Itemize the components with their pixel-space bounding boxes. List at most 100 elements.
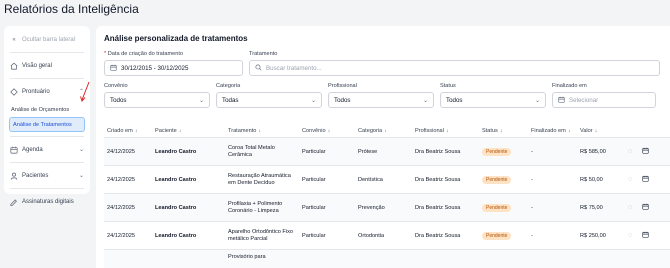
annotation-arrow-icon <box>80 81 90 102</box>
page-title: Relatórios da Inteligência <box>4 2 139 16</box>
whatsapp-icon[interactable]: ◌ <box>628 204 632 211</box>
categoria-value: Todas <box>222 96 239 104</box>
col-categoria[interactable]: Categoria ↓ <box>355 128 412 134</box>
cell-profissional: Dra Beatriz Sousa <box>415 204 461 211</box>
status-badge: Pendente <box>482 231 512 240</box>
sidebar-item-assinaturas[interactable]: Assinaturas digitais <box>6 191 88 212</box>
cell-convenio: Particular <box>302 204 326 211</box>
cell-profissional: Dra Beatriz Sousa <box>415 232 461 239</box>
sidebar-item-visao-geral[interactable]: Visão geral <box>6 55 88 76</box>
convenio-label: Convênio <box>104 83 128 89</box>
status-badge: Pendente <box>482 147 512 156</box>
sidebar-item-label: Agenda <box>22 146 43 153</box>
table-row[interactable]: 24/12/2025 Leandro Castro Profilaxia + P… <box>104 194 670 222</box>
divider <box>10 188 84 189</box>
treatment-label: Tratamento <box>249 51 278 57</box>
calendar-icon <box>10 146 18 154</box>
date-range-field[interactable]: 30/12/2015 - 30/12/2025 <box>104 60 243 76</box>
section-title: Análise personalizada de tratamentos <box>104 34 248 43</box>
finalizado-date-field[interactable]: Selecionar <box>552 92 656 108</box>
calendar-icon[interactable] <box>642 175 649 184</box>
cell-paciente: Leandro Castro <box>155 148 197 155</box>
calendar-icon[interactable] <box>642 231 649 240</box>
col-valor[interactable]: Valor ↓ <box>577 128 618 134</box>
whatsapp-icon[interactable]: ◌ <box>628 232 632 239</box>
profissional-select[interactable]: Todos ⌄ <box>328 92 434 108</box>
calendar-icon[interactable] <box>642 147 649 156</box>
col-profissional[interactable]: Profissional ↓ <box>412 128 479 134</box>
finalizado-placeholder: Selecionar <box>569 96 599 104</box>
categoria-label: Categoria <box>216 83 241 89</box>
col-criado-em[interactable]: Criado em ↓ <box>104 128 152 134</box>
divider <box>10 52 84 53</box>
cell-convenio: Particular <box>302 232 326 239</box>
table-row[interactable]: 24/12/2025 Leandro Castro Coroa Total Me… <box>104 138 670 166</box>
cell-categoria: Prótese <box>358 148 378 155</box>
cell-status: Pendente <box>479 203 528 212</box>
convenio-value: Todos <box>110 96 127 104</box>
calendar-icon <box>110 64 117 73</box>
treatment-search-input[interactable]: Buscar tratamento... <box>249 60 660 76</box>
status-badge: Pendente <box>482 175 512 184</box>
col-status[interactable]: Status ↓ <box>479 128 528 134</box>
table-row[interactable]: Provisório para <box>104 250 670 268</box>
status-select[interactable]: Todos ⌄ <box>440 92 546 108</box>
sidebar-item-label: Prontuário <box>22 88 50 95</box>
user-icon <box>10 172 18 180</box>
cell-convenio: Particular <box>302 176 326 183</box>
cell-convenio: Particular <box>302 148 326 155</box>
divider <box>10 136 84 137</box>
cell-profissional: Dra Beatriz Sousa <box>415 176 461 183</box>
chevron-down-icon: ⌄ <box>310 97 316 104</box>
cell-status: Pendente <box>479 147 528 156</box>
row-actions: ◌ <box>625 147 655 156</box>
cell-finalizado: - <box>531 148 533 155</box>
cell-tratamento: Coroa Total Metalo Cerâmica <box>228 144 275 158</box>
col-finalizado-em[interactable]: Finalizado em ↓ <box>528 128 577 134</box>
chevron-down-icon: ⌄ <box>422 97 428 104</box>
cell-paciente: Leandro Castro <box>155 232 197 239</box>
sidebar-item-label: Visão geral <box>22 62 52 69</box>
col-tratamento[interactable]: Tratamento ↓ <box>225 128 299 134</box>
whatsapp-icon[interactable]: ◌ <box>628 176 632 183</box>
sidebar-item-prontuario[interactable]: Prontuário ⌃ <box>6 81 88 102</box>
categoria-select[interactable]: Todas ⌄ <box>216 92 322 108</box>
cell-valor: R$ 50,00 <box>580 176 603 183</box>
cell-profissional: Dra Beatriz Sousa <box>415 148 461 155</box>
col-paciente[interactable]: Paciente ↓ <box>152 128 225 134</box>
cell-tratamento: Profilaxia + Polimento Coronário - Limpe… <box>228 200 283 214</box>
table-row[interactable]: 24/12/2025 Leandro Castro Aparelho Ortod… <box>104 222 670 250</box>
hide-sidebar-button[interactable]: « Ocultar barra lateral <box>6 29 88 50</box>
cell-categoria: Prevenção <box>358 204 385 211</box>
sidebar-subitem-orcamentos[interactable]: Análise de Orçamentos <box>6 102 88 117</box>
table-row[interactable]: 24/12/2025 Leandro Castro Restauração At… <box>104 166 670 194</box>
row-actions: ◌ <box>625 175 655 184</box>
sidebar-item-pacientes[interactable]: Pacientes ⌄ <box>6 165 88 186</box>
convenio-select[interactable]: Todos ⌄ <box>104 92 210 108</box>
cell-tratamento: Restauração Atraumática em Dente Decíduo <box>228 172 291 186</box>
status-value: Todos <box>446 96 463 104</box>
cell-status: Pendente <box>479 231 528 240</box>
cell-criado: 24/12/2025 <box>107 176 135 183</box>
search-icon <box>255 63 262 73</box>
divider <box>10 78 84 79</box>
cell-paciente: Leandro Castro <box>155 176 197 183</box>
col-convenio[interactable]: Convênio ↓ <box>299 128 355 134</box>
chevron-down-icon: ⌄ <box>78 147 84 153</box>
divider <box>10 162 84 163</box>
whatsapp-icon[interactable]: ◌ <box>628 148 632 155</box>
cell-criado: 24/12/2025 <box>107 148 135 155</box>
cell-paciente: Leandro Castro <box>155 204 197 211</box>
sidebar-item-agenda[interactable]: Agenda ⌄ <box>6 139 88 160</box>
cell-valor: R$ 75,00 <box>580 204 603 211</box>
cell-tratamento: Provisório para <box>228 254 266 260</box>
cell-categoria: Ortodontia <box>358 232 385 239</box>
cell-status: Pendente <box>479 175 528 184</box>
sidebar-subitem-tratamentos[interactable]: Análise de Tratamentos <box>9 117 85 132</box>
cell-finalizado: - <box>531 232 533 239</box>
sidebar-item-label: Pacientes <box>22 172 49 179</box>
signature-icon <box>10 198 18 206</box>
status-badge: Pendente <box>482 203 512 212</box>
cell-criado: 24/12/2025 <box>107 232 135 239</box>
calendar-icon[interactable] <box>642 203 649 212</box>
